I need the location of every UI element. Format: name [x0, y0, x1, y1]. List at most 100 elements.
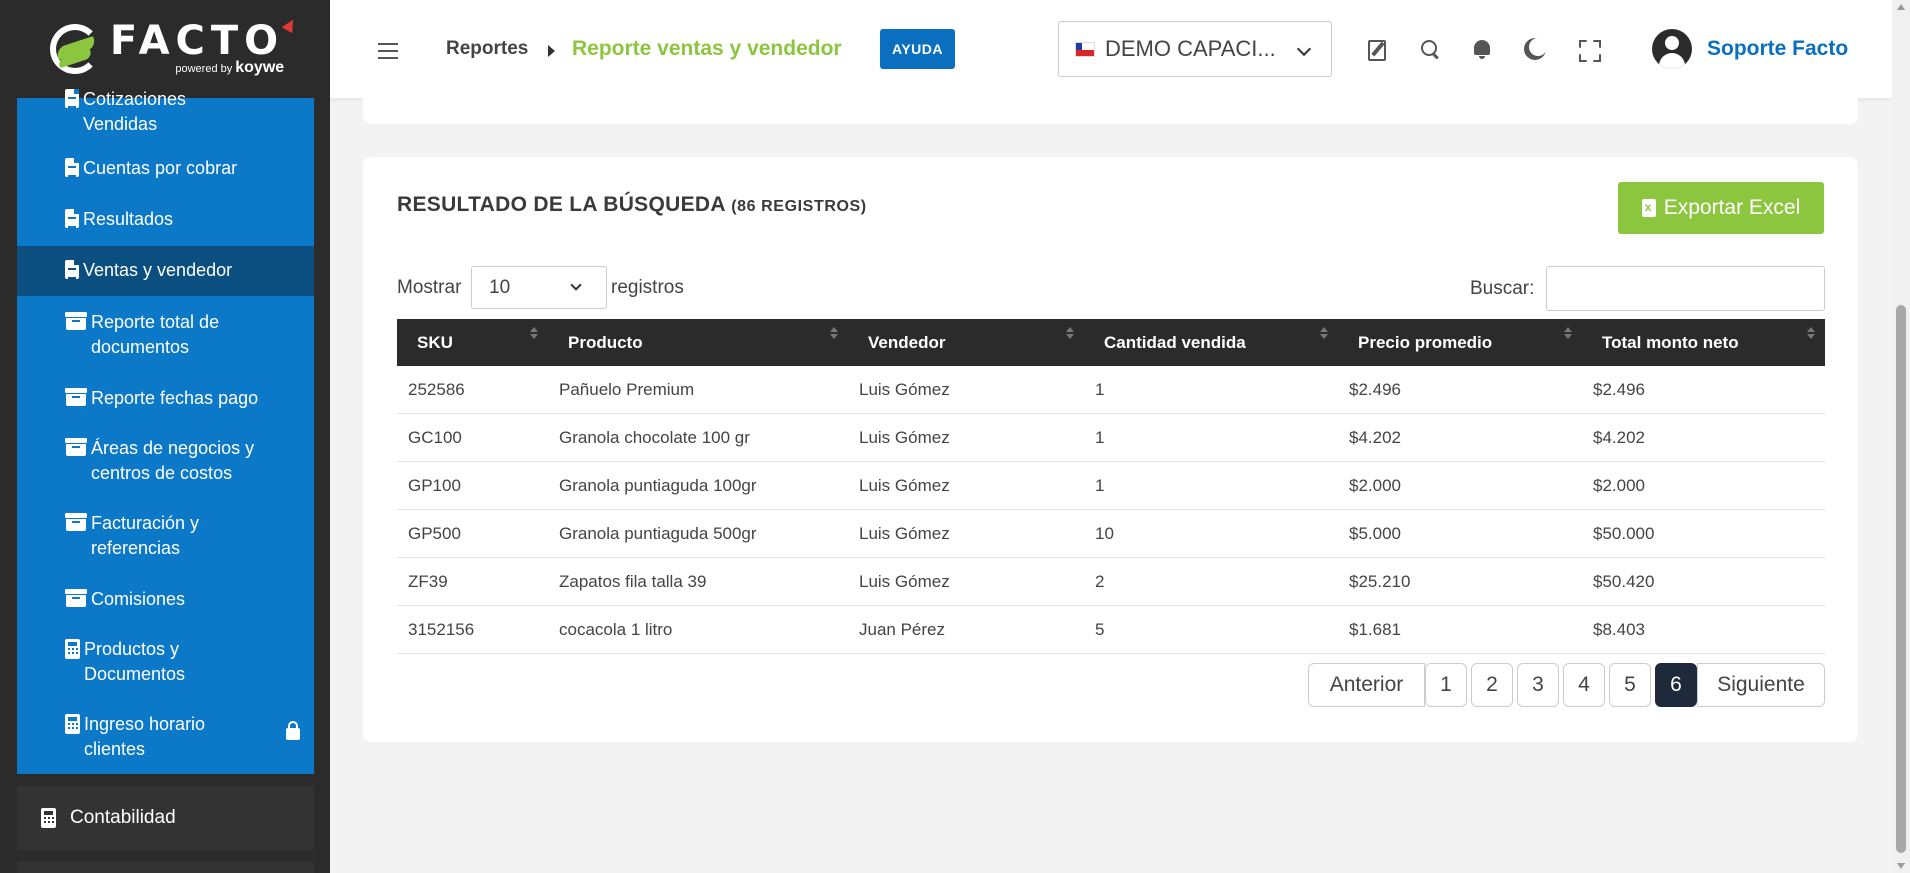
- facto-logo-icon: [46, 20, 104, 78]
- scroll-down-icon[interactable]: [1897, 863, 1905, 869]
- bell-icon[interactable]: [1470, 37, 1494, 61]
- column-header-producto[interactable]: Producto: [548, 319, 848, 366]
- column-header-total[interactable]: Total monto neto: [1582, 319, 1825, 366]
- chevron-down-icon: [1296, 41, 1312, 57]
- sidebar-item-productos-documentos[interactable]: Productos y Documentos: [17, 637, 314, 689]
- page-scrollbar[interactable]: [1892, 0, 1910, 873]
- user-name[interactable]: Soporte Facto: [1707, 37, 1848, 61]
- document-icon: [65, 260, 79, 279]
- sidebar-item-reporte-fechas-pago[interactable]: Reporte fechas pago: [17, 386, 314, 420]
- sidebar-item-ventas-y-vendedor[interactable]: Ventas y vendedor: [17, 246, 314, 296]
- sidebar-item-cuentas-por-cobrar[interactable]: Cuentas por cobrar: [17, 156, 314, 190]
- cell-precio: $4.202: [1349, 427, 1401, 447]
- sidebar-item-label: Reporte fechas pago: [91, 388, 259, 408]
- search-icon[interactable]: [1418, 37, 1442, 61]
- search-label: Buscar:: [1470, 278, 1535, 299]
- table-row: GC100 Granola chocolate 100 gr Luis Góme…: [397, 414, 1825, 462]
- column-header-precio[interactable]: Precio promedio: [1338, 319, 1582, 366]
- cell-cantidad: 10: [1095, 523, 1114, 543]
- company-select[interactable]: DEMO CAPACI...: [1058, 21, 1332, 77]
- sidebar-item-cotizaciones-vendidas[interactable]: Cotizaciones Vendidas: [17, 85, 314, 141]
- scroll-thumb[interactable]: [1896, 305, 1906, 853]
- pagination-page-2[interactable]: 2: [1471, 663, 1513, 707]
- cell-cantidad: 5: [1095, 619, 1105, 639]
- cell-total: $50.420: [1593, 571, 1655, 591]
- edit-document-icon[interactable]: [1366, 37, 1390, 61]
- cell-sku: GP100: [408, 475, 461, 495]
- pagination-previous[interactable]: Anterior: [1308, 663, 1425, 707]
- results-table: SKU Producto Vendedor Cantidad vendida P…: [397, 319, 1825, 654]
- page-size-select[interactable]: 10: [471, 266, 607, 309]
- cell-cantidad: 1: [1095, 427, 1105, 447]
- avatar[interactable]: [1652, 29, 1692, 69]
- scroll-up-icon[interactable]: [1897, 4, 1905, 10]
- cell-producto: cocacola 1 litro: [559, 619, 673, 639]
- menu-toggle-icon[interactable]: [378, 43, 398, 59]
- pagination-page-5[interactable]: 5: [1609, 663, 1651, 707]
- sidebar-item-areas-negocios[interactable]: Áreas de negocios y centros de costos: [17, 436, 314, 488]
- table-body: 252586 Pañuelo Premium Luis Gómez 1 $2.4…: [397, 366, 1825, 654]
- column-header-vendedor[interactable]: Vendedor: [848, 319, 1084, 366]
- results-card: RESULTADO DE LA BÚSQUEDA (86 REGISTROS) …: [363, 157, 1858, 742]
- cell-sku: 3152156: [408, 619, 475, 639]
- archive-icon: [65, 312, 87, 330]
- breadcrumb-root[interactable]: Reportes: [446, 38, 528, 60]
- sidebar-section-next[interactable]: [17, 862, 314, 873]
- cell-vendedor: Luis Gómez: [859, 571, 950, 591]
- document-icon: [65, 89, 79, 108]
- pagination-page-6[interactable]: 6: [1655, 663, 1697, 707]
- moon-icon[interactable]: [1522, 37, 1546, 61]
- calculator-icon: [41, 808, 56, 828]
- sidebar-item-label: Productos y Documentos: [84, 639, 186, 684]
- filters-card-bottom: [363, 90, 1858, 124]
- cell-producto: Granola puntiaguda 100gr: [559, 475, 757, 495]
- facto-logo[interactable]: FACTO powered by koywe: [0, 0, 330, 98]
- sort-icon: [1807, 327, 1815, 339]
- cell-total: $2.496: [1593, 379, 1645, 399]
- cell-producto: Zapatos fila talla 39: [559, 571, 707, 591]
- cell-total: $2.000: [1593, 475, 1645, 495]
- search-input[interactable]: [1546, 266, 1825, 311]
- cell-sku: GP500: [408, 523, 461, 543]
- sidebar-item-comisiones[interactable]: Comisiones: [17, 587, 314, 621]
- fullscreen-icon[interactable]: [1576, 37, 1600, 61]
- chile-flag-icon: [1075, 41, 1095, 57]
- reportes-submenu: Cotizaciones Vendidas Cuentas por cobrar…: [17, 89, 314, 774]
- sidebar-item-label: Áreas de negocios y centros de costos: [91, 438, 255, 483]
- cell-cantidad: 1: [1095, 379, 1105, 399]
- pagination-next[interactable]: Siguiente: [1697, 663, 1825, 707]
- calculator-icon: [65, 714, 80, 734]
- pagination-page-3[interactable]: 3: [1517, 663, 1559, 707]
- sidebar-item-label: Comisiones: [91, 589, 186, 609]
- calculator-icon: [65, 639, 80, 659]
- column-header-cantidad[interactable]: Cantidad vendida: [1084, 319, 1338, 366]
- cell-total: $50.000: [1593, 523, 1655, 543]
- cell-producto: Granola puntiaguda 500gr: [559, 523, 757, 543]
- company-select-value: DEMO CAPACI...: [1105, 36, 1276, 61]
- sidebar-item-label: Reporte total de documentos: [91, 312, 220, 357]
- table-row: ZF39 Zapatos fila talla 39 Luis Gómez 2 …: [397, 558, 1825, 606]
- cell-sku: ZF39: [408, 571, 448, 591]
- column-header-sku[interactable]: SKU: [397, 319, 548, 366]
- archive-icon: [65, 589, 87, 607]
- sidebar-item-label: Cuentas por cobrar: [83, 158, 238, 178]
- sidebar-item-reporte-total-documentos[interactable]: Reporte total de documentos: [17, 310, 314, 362]
- records-label: registros: [611, 277, 684, 298]
- caret-right-icon: [548, 45, 555, 57]
- sidebar-item-ingreso-horario-clientes[interactable]: Ingreso horario clientes: [17, 712, 314, 764]
- show-label: Mostrar: [397, 277, 462, 298]
- cell-sku: 252586: [408, 379, 465, 399]
- cell-producto: Granola chocolate 100 gr: [559, 427, 750, 447]
- sidebar-item-resultados[interactable]: Resultados: [17, 207, 314, 241]
- sort-icon: [1564, 327, 1572, 339]
- help-button[interactable]: AYUDA: [880, 29, 955, 69]
- pagination-page-4[interactable]: 4: [1563, 663, 1605, 707]
- sidebar-section-contabilidad[interactable]: Contabilidad: [17, 786, 314, 850]
- logo-wordmark: FACTO: [109, 18, 285, 64]
- excel-file-icon: [1641, 199, 1656, 217]
- export-excel-button[interactable]: Exportar Excel: [1618, 182, 1824, 234]
- pagination-page-1[interactable]: 1: [1425, 663, 1467, 707]
- sidebar-item-facturacion-referencias[interactable]: Facturación y referencias: [17, 511, 314, 563]
- breadcrumb-current: Reporte ventas y vendedor: [572, 37, 842, 60]
- cell-cantidad: 2: [1095, 571, 1105, 591]
